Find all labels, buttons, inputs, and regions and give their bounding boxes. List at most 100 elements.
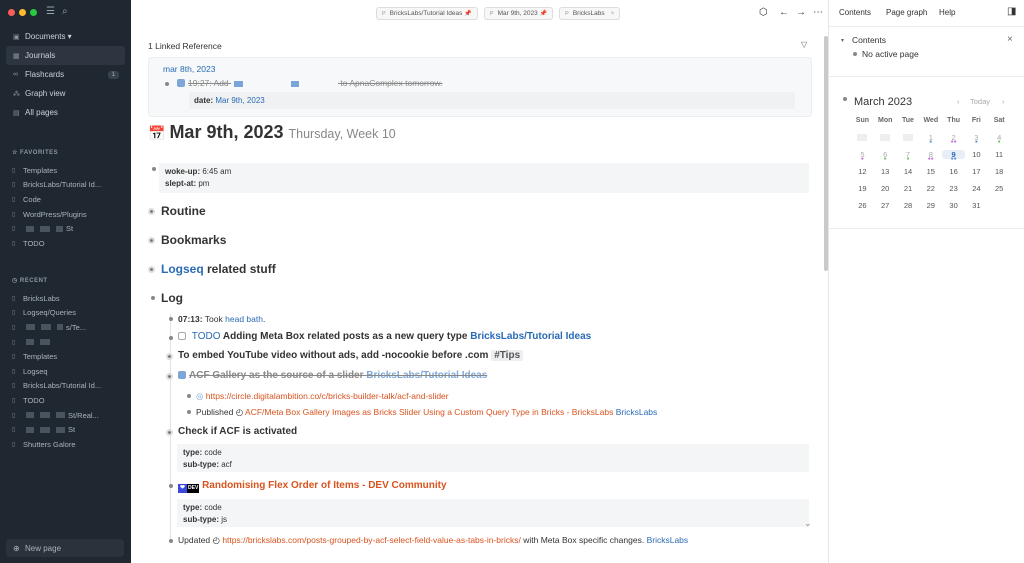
brickslabs-post-link[interactable]: https://brickslabs.com/posts-grouped-by-… [222,535,521,545]
block-bullet[interactable] [165,82,169,86]
favorite-item[interactable]: ▯ Templates [12,163,126,178]
brickslabs-link[interactable]: BricksLabs [616,407,658,417]
tab-help[interactable]: Help [939,8,955,17]
calendar-day[interactable]: 4 ● [988,133,1011,145]
minimize-window-button[interactable] [19,9,26,16]
dev-community-link[interactable]: Randomising Flex Order of Items - DEV Co… [202,480,446,491]
calendar-day[interactable]: 12 [851,167,874,176]
page-properties[interactable]: woke-up: 6:45 am slept-at: pm [159,163,809,193]
recent-item[interactable]: ▯ St [12,422,126,437]
check-acf-block[interactable]: Check if ACF is activated [178,426,297,437]
todo-checkbox[interactable] [178,332,186,340]
updated-block[interactable]: Updated ◴ https://brickslabs.com/posts-g… [178,535,688,546]
calendar-day[interactable]: 2 ●● [942,133,965,145]
block-bullet[interactable] [187,394,191,398]
collapsed-bullet[interactable] [166,373,173,380]
search-icon[interactable]: ⌕ [62,6,68,17]
contents-section-title[interactable]: Contents [852,35,886,45]
calendar-day[interactable]: 3 ● [965,133,988,145]
collapsed-bullet[interactable] [148,208,155,215]
calendar-day[interactable]: 23 [942,184,965,193]
calendar-day[interactable]: 24 [965,184,988,193]
calendar-day[interactable]: 21 [897,184,920,193]
youtube-tip-block[interactable]: To embed YouTube video without ads, add … [178,350,524,361]
sidebar-item-all-pages[interactable]: ▤ All pages [6,103,125,122]
collapsed-bullet[interactable] [166,429,173,436]
calendar-day[interactable]: 15 [919,167,942,176]
today-button[interactable]: Today [970,97,990,106]
recent-item[interactable]: ▯ Templates [12,349,126,364]
calendar-day[interactable]: 1 ● [919,133,942,145]
forward-arrow-icon[interactable]: → [796,7,806,18]
dev-community-block[interactable]: ❤ DEV Randomising Flex Order of Items - D… [178,480,447,493]
block-bullet[interactable] [151,296,155,300]
recent-item[interactable]: ▯ s/Te... [12,320,126,335]
brickslabs-link[interactable]: BricksLabs [647,535,689,545]
close-tab-icon[interactable]: × [611,10,615,17]
date-link[interactable]: Mar 9th, 2023 [215,96,264,105]
calendar-day[interactable]: 6 ● [874,150,897,162]
recent-item[interactable]: ▯ Logseq [12,364,126,379]
prev-month-icon[interactable]: ‹ [957,97,960,106]
favorite-item[interactable]: ▯ WordPress/Plugins [12,207,126,222]
heading-logseq-related[interactable]: Logseq related stuff [161,262,276,276]
published-article-link[interactable]: ACF/Meta Box Gallery Images as Bricks Sl… [245,407,613,417]
toggle-sidebar-icon[interactable]: ◨ [1007,6,1016,17]
recent-item[interactable]: ▯ BricksLabs [12,291,126,306]
dev-community-properties[interactable]: type: code sub-type: js [177,499,809,527]
sidebar-item-flashcards[interactable]: ∞ Flashcards 1 [6,65,125,84]
log-block-head-bath[interactable]: 07:13: Took head bath. [178,314,265,324]
check-acf-properties[interactable]: type: code sub-type: acf [177,444,809,472]
collapsed-bullet[interactable] [148,237,155,244]
tab-brickslabs-tutorial-ideas[interactable]: P BricksLabs/Tutorial Ideas 📌 [376,7,478,20]
acf-gallery-block[interactable]: ACF Gallery as the source of a slider Br… [178,370,487,381]
reference-page-link[interactable]: mar 8th, 2023 [163,64,215,74]
calendar-day[interactable]: 25 [988,184,1011,193]
calendar-day[interactable]: 7 ● [897,150,920,162]
head-bath-link[interactable]: head bath [225,314,263,324]
calendar-day[interactable]: 5 ● [851,150,874,162]
tutorial-ideas-link[interactable]: BricksLabs/Tutorial Ideas [366,370,487,381]
close-icon[interactable]: × [1007,34,1013,45]
sidebar-item-graph-view[interactable]: ⁂ Graph view [6,84,125,103]
block-bullet[interactable] [169,317,173,321]
block-bullet[interactable] [169,336,173,340]
puzzle-icon[interactable]: ⬡ [759,7,768,18]
more-icon[interactable]: ⋯ [813,7,823,18]
block-bullet[interactable] [169,484,173,488]
collapsed-bullet[interactable] [148,266,155,273]
chevron-down-icon[interactable]: ⌄ [804,518,812,529]
heading-log[interactable]: Log [161,291,183,305]
calendar-day[interactable]: 10 [965,150,988,159]
sidebar-item-journals[interactable]: ▦ Journals [6,46,125,65]
published-block[interactable]: Published ◴ ACF/Meta Box Gallery Images … [196,407,657,418]
checkbox-checked[interactable] [177,79,185,87]
tab-mar-9th-2023[interactable]: P Mar 9th, 2023 📌 [483,7,554,20]
page-title[interactable]: 📅 Mar 9th, 2023 Thursday, Week 10 [148,122,396,143]
calendar-day[interactable]: 19 [851,184,874,193]
calendar-day[interactable]: 31 [965,201,988,210]
calendar-day[interactable]: 27 [874,201,897,210]
calendar-day[interactable]: 8 ●● [919,150,942,162]
recent-item[interactable]: ▯ St/Real... [12,408,126,423]
heading-bookmarks[interactable]: Bookmarks [161,233,226,247]
filter-icon[interactable]: ▽ [801,40,807,49]
tips-tag[interactable]: #Tips [491,350,524,361]
favorite-item[interactable]: ▯ Code [12,192,126,207]
calendar-day[interactable]: 14 [897,167,920,176]
calendar-day[interactable]: 20 [874,184,897,193]
menu-icon[interactable]: ☰ [46,6,55,17]
favorite-item[interactable]: ▯ St [12,221,126,236]
block-bullet[interactable] [152,167,156,171]
favorite-item[interactable]: ▯ BricksLabs/Tutorial Id... [12,178,126,193]
checkbox-checked[interactable] [178,371,186,379]
todo-meta-box-block[interactable]: TODO Adding Meta Box related posts as a … [178,331,591,342]
recent-item[interactable]: ▯ Shutters Galore [12,437,126,452]
calendar-day[interactable]: 26 [851,201,874,210]
todo-marker[interactable]: TODO [192,331,221,342]
maximize-window-button[interactable] [30,9,37,16]
tutorial-ideas-link[interactable]: BricksLabs/Tutorial Ideas [470,331,591,342]
circle-url-block[interactable]: ◎ https://circle.digitalambition.co/c/br… [196,391,449,402]
reference-block[interactable]: 19:27: Add to ApnaComplex tomorrow. [177,78,442,88]
calendar-day[interactable]: 29 [919,201,942,210]
